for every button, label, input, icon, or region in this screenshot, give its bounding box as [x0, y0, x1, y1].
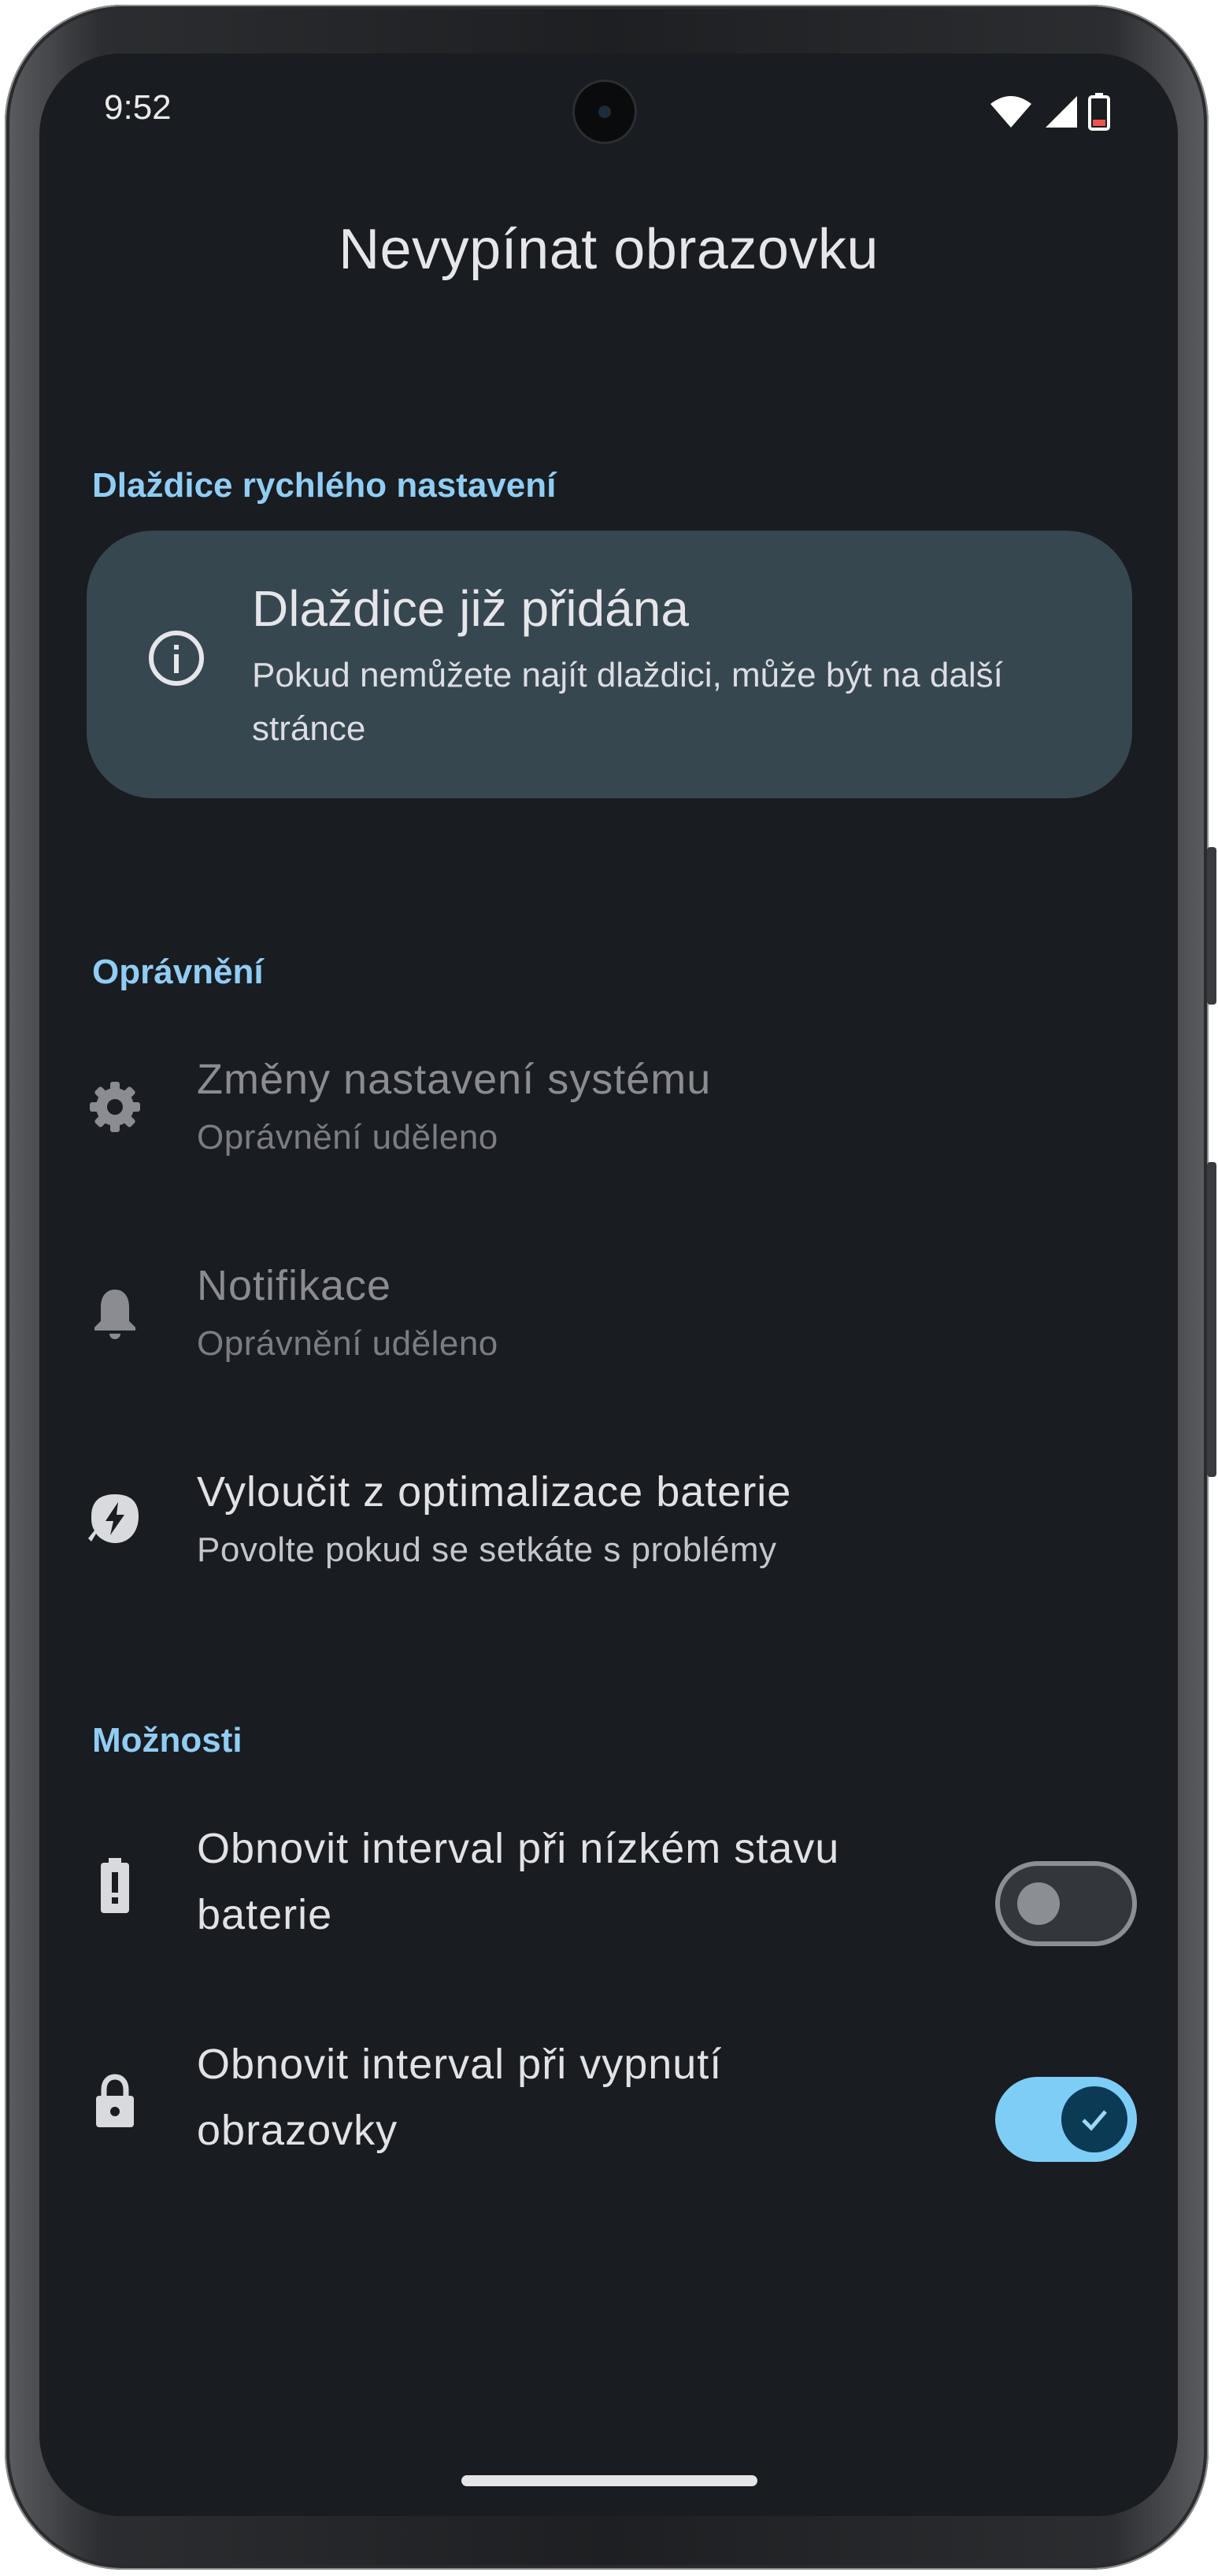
- battery-low-icon: [1088, 93, 1110, 131]
- status-time: 9:52: [104, 88, 172, 127]
- toggle-thumb: [1017, 1882, 1060, 1925]
- check-icon: [1082, 2110, 1107, 2131]
- volume-button: [1207, 1162, 1216, 1477]
- gear-icon: [90, 1082, 140, 1132]
- permission-battery-optimization[interactable]: Vyloučit z optimalizace baterie Povolte …: [39, 1442, 1178, 1600]
- section-header-permissions: Oprávnění: [92, 953, 264, 991]
- wifi-icon: [990, 96, 1031, 128]
- option-title: Obnovit interval při nízkém stavu bateri…: [197, 1825, 840, 1938]
- card-subtitle: Pokud nemůžete najít dlaždici, může být …: [252, 656, 1003, 748]
- row-title: Změny nastavení systému: [197, 1056, 712, 1103]
- toggle-thumb: [1061, 2086, 1127, 2152]
- gesture-home-bar[interactable]: [461, 2475, 757, 2486]
- battery-saver-icon: [88, 1494, 139, 1543]
- row-subtitle: Oprávnění uděleno: [197, 1324, 498, 1363]
- section-header-quick-settings: Dlaždice rychlého nastavení: [92, 466, 557, 505]
- tile-added-card[interactable]: Dlaždice již přidána Pokud nemůžete nají…: [87, 531, 1132, 798]
- permission-system-settings[interactable]: Změny nastavení systému Oprávnění udělen…: [39, 1030, 1178, 1187]
- permission-notifications[interactable]: Notifikace Oprávnění uděleno: [39, 1236, 1178, 1393]
- phone-frame: 9:52 Nevypínat obrazovku Dlaždice rychlé…: [5, 5, 1216, 2570]
- status-icons: [989, 93, 1110, 131]
- low-battery-toggle[interactable]: [995, 1861, 1137, 1946]
- option-screen-off[interactable]: Obnovit interval při vypnutí obrazovky: [39, 2009, 1178, 2198]
- bell-icon: [94, 1290, 135, 1339]
- front-camera: [575, 82, 635, 142]
- option-low-battery[interactable]: Obnovit interval při nízkém stavu bateri…: [39, 1793, 1178, 1982]
- row-title: Vyloučit z optimalizace baterie: [197, 1468, 792, 1516]
- row-title: Notifikace: [197, 1262, 392, 1309]
- power-button: [1207, 847, 1216, 1005]
- page-title: Nevypínat obrazovku: [339, 218, 879, 281]
- row-subtitle: Povolte pokud se setkáte s problémy: [197, 1530, 777, 1569]
- battery-alert-icon: [101, 1858, 129, 1913]
- section-header-options: Možnosti: [92, 1721, 242, 1760]
- signal-icon: [1046, 96, 1077, 128]
- info-icon: [149, 631, 204, 686]
- screen: 9:52 Nevypínat obrazovku Dlaždice rychlé…: [39, 54, 1178, 2516]
- screen-off-toggle[interactable]: [995, 2077, 1137, 2162]
- lock-icon: [96, 2074, 134, 2127]
- row-subtitle: Oprávnění uděleno: [197, 1118, 498, 1157]
- card-title: Dlaždice již přidána: [252, 580, 689, 637]
- option-title: Obnovit interval při vypnutí obrazovky: [197, 2041, 723, 2154]
